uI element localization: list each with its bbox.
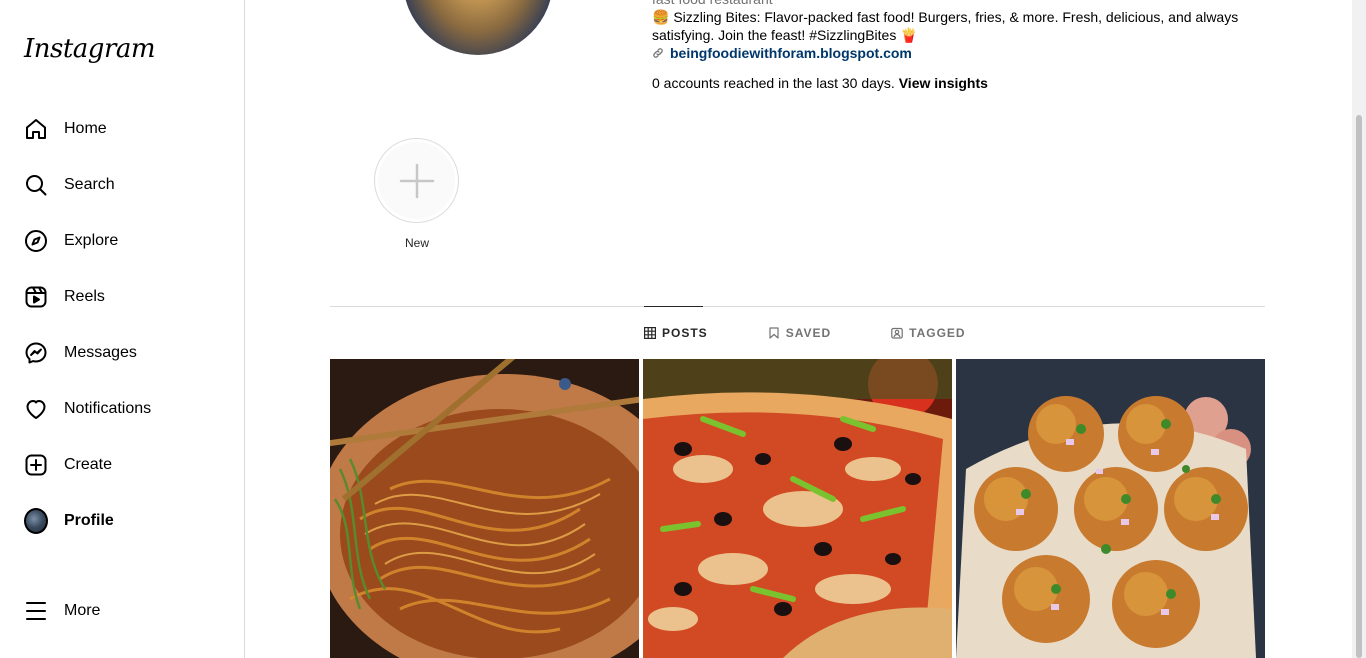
profile-tabs: POSTS SAVED TAGGED [644, 326, 1026, 340]
hamburger-icon [24, 599, 48, 623]
post-thumbnail-noodles[interactable] [330, 359, 639, 658]
tab-tagged[interactable]: TAGGED [891, 326, 965, 340]
sidebar-item-label: Notifications [64, 400, 152, 417]
tab-saved[interactable]: SAVED [768, 326, 831, 340]
sidebar-item-label: Messages [64, 344, 137, 361]
post-thumbnail-chaat[interactable] [956, 359, 1265, 658]
tab-label: POSTS [662, 326, 708, 340]
page-scrollbar[interactable] [1352, 0, 1366, 658]
insights-line: 0 accounts reached in the last 30 days. … [652, 75, 988, 91]
tab-posts[interactable]: POSTS [644, 326, 708, 340]
new-highlight-circle[interactable] [374, 138, 459, 223]
active-tab-indicator [644, 306, 703, 307]
home-icon [24, 117, 48, 141]
reels-icon [24, 285, 48, 309]
sidebar-item-search[interactable]: Search [12, 161, 232, 209]
sidebar-item-notifications[interactable]: Notifications [12, 385, 232, 433]
sidebar-item-more[interactable]: More [12, 587, 232, 635]
heart-icon [24, 397, 48, 421]
sidebar-item-label: More [64, 602, 101, 619]
bookmark-icon [769, 327, 779, 339]
sidebar-item-profile[interactable]: Profile [12, 497, 232, 545]
messenger-icon [24, 341, 48, 365]
sidebar-item-explore[interactable]: Explore [12, 217, 232, 265]
avatar [24, 508, 48, 534]
post-thumbnail-pizza[interactable] [643, 359, 952, 658]
sidebar-item-label: Home [64, 120, 107, 137]
profile-bio: fast food restaurant 🍔 Sizzling Bites: F… [652, 0, 1242, 62]
sidebar-item-label: Search [64, 176, 115, 193]
profile-category: fast food restaurant [652, 0, 1242, 8]
link-icon [653, 48, 663, 58]
sidebar-item-label: Reels [64, 288, 105, 305]
tab-label: SAVED [785, 326, 832, 340]
sidebar-item-reels[interactable]: Reels [12, 273, 232, 321]
tag-user-icon [891, 327, 903, 339]
search-icon [24, 173, 48, 197]
sidebar-item-messages[interactable]: Messages [12, 329, 232, 377]
new-highlight-label: New [404, 236, 429, 250]
sidebar-item-create[interactable]: Create [12, 441, 232, 489]
plus-square-icon [24, 453, 48, 477]
view-insights-link[interactable]: View insights [899, 75, 988, 91]
tab-label: TAGGED [909, 326, 966, 340]
sidebar-item-label: Profile [64, 512, 114, 529]
instagram-logo[interactable]: Instagram [24, 34, 156, 64]
profile-picture[interactable] [403, 0, 553, 55]
new-highlight[interactable]: New [374, 138, 460, 250]
scrollbar-thumb[interactable] [1356, 115, 1362, 658]
profile-link-text[interactable]: beingfoodiewithforam.blogspot.com [670, 44, 912, 62]
posts-grid [330, 359, 1265, 658]
sidebar-item-label: Create [64, 456, 113, 473]
profile-link[interactable]: beingfoodiewithforam.blogspot.com [652, 44, 1242, 62]
sidebar-item-label: Explore [64, 232, 119, 249]
tabs-divider [330, 306, 1265, 307]
sidebar-item-home[interactable]: Home [12, 105, 232, 153]
grid-icon [644, 327, 656, 339]
insights-text: 0 accounts reached in the last 30 days. [652, 75, 895, 91]
plus-icon [399, 163, 434, 198]
profile-main: fast food restaurant 🍔 Sizzling Bites: F… [245, 0, 1352, 658]
bio-text: 🍔 Sizzling Bites: Flavor-packed fast foo… [652, 9, 1239, 43]
compass-icon [24, 229, 48, 253]
sidebar: Instagram Home Search Explore Reels Mess… [0, 0, 245, 658]
